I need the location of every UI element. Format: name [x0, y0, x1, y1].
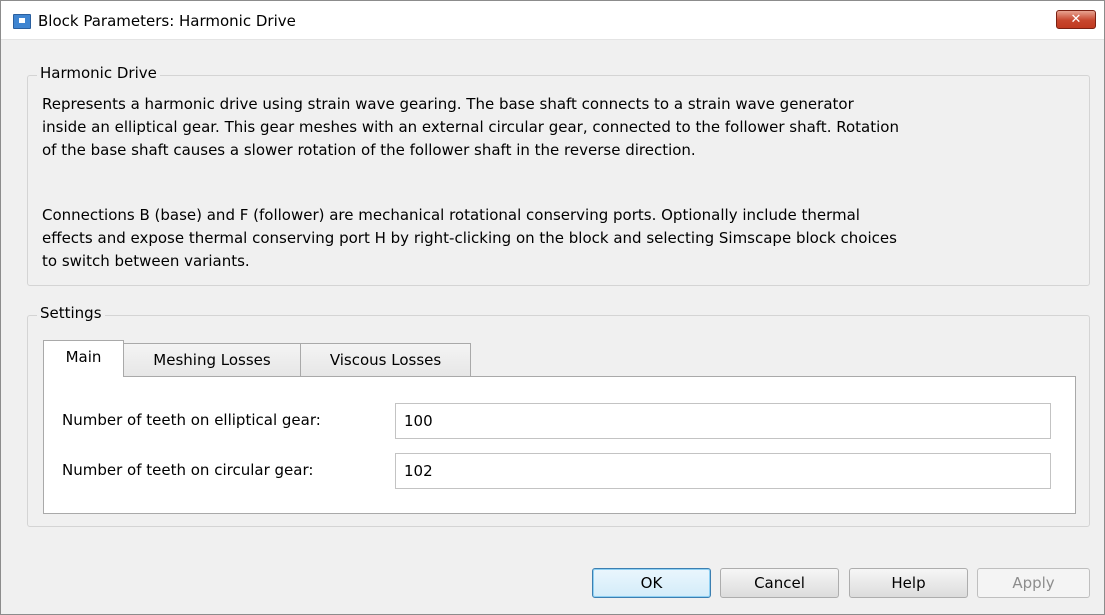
tab-meshing-losses-label: Meshing Losses [153, 351, 271, 369]
tab-meshing-losses[interactable]: Meshing Losses [123, 343, 301, 377]
description-line: Represents a harmonic drive using strain… [42, 95, 854, 113]
tab-main-label: Main [65, 348, 102, 366]
description-line: to switch between variants. [42, 252, 250, 270]
main-tab-panel: Number of teeth on elliptical gear: 100 … [43, 376, 1076, 514]
cancel-button[interactable]: Cancel [720, 568, 839, 598]
description-line: of the base shaft causes a slower rotati… [42, 141, 696, 159]
elliptical-teeth-input[interactable]: 100 [395, 403, 1051, 439]
window-title: Block Parameters: Harmonic Drive [38, 12, 296, 30]
description-line: effects and expose thermal conserving po… [42, 229, 897, 247]
description-line: inside an elliptical gear. This gear mes… [42, 118, 899, 136]
settings-group-title: Settings [37, 304, 105, 322]
description-group-title: Harmonic Drive [37, 64, 160, 82]
close-button[interactable]: ✕ [1056, 10, 1096, 29]
tab-main[interactable]: Main [43, 340, 124, 377]
title-bar[interactable]: Block Parameters: Harmonic Drive ✕ [1, 1, 1104, 40]
description-line: Connections B (base) and F (follower) ar… [42, 206, 860, 224]
description-paragraph-1: Represents a harmonic drive using strain… [42, 93, 1062, 162]
circular-teeth-label: Number of teeth on circular gear: [62, 461, 314, 479]
help-button[interactable]: Help [849, 568, 968, 598]
circular-teeth-input[interactable]: 102 [395, 453, 1051, 489]
block-parameters-dialog: Block Parameters: Harmonic Drive ✕ Harmo… [0, 0, 1105, 615]
tab-viscous-losses[interactable]: Viscous Losses [300, 343, 471, 377]
tab-viscous-losses-label: Viscous Losses [329, 351, 442, 369]
simulink-block-icon [13, 14, 31, 29]
close-icon: ✕ [1070, 12, 1082, 27]
elliptical-teeth-label: Number of teeth on elliptical gear: [62, 411, 321, 429]
apply-button[interactable]: Apply [977, 568, 1090, 598]
ok-button[interactable]: OK [592, 568, 711, 598]
description-paragraph-2: Connections B (base) and F (follower) ar… [42, 204, 1062, 273]
